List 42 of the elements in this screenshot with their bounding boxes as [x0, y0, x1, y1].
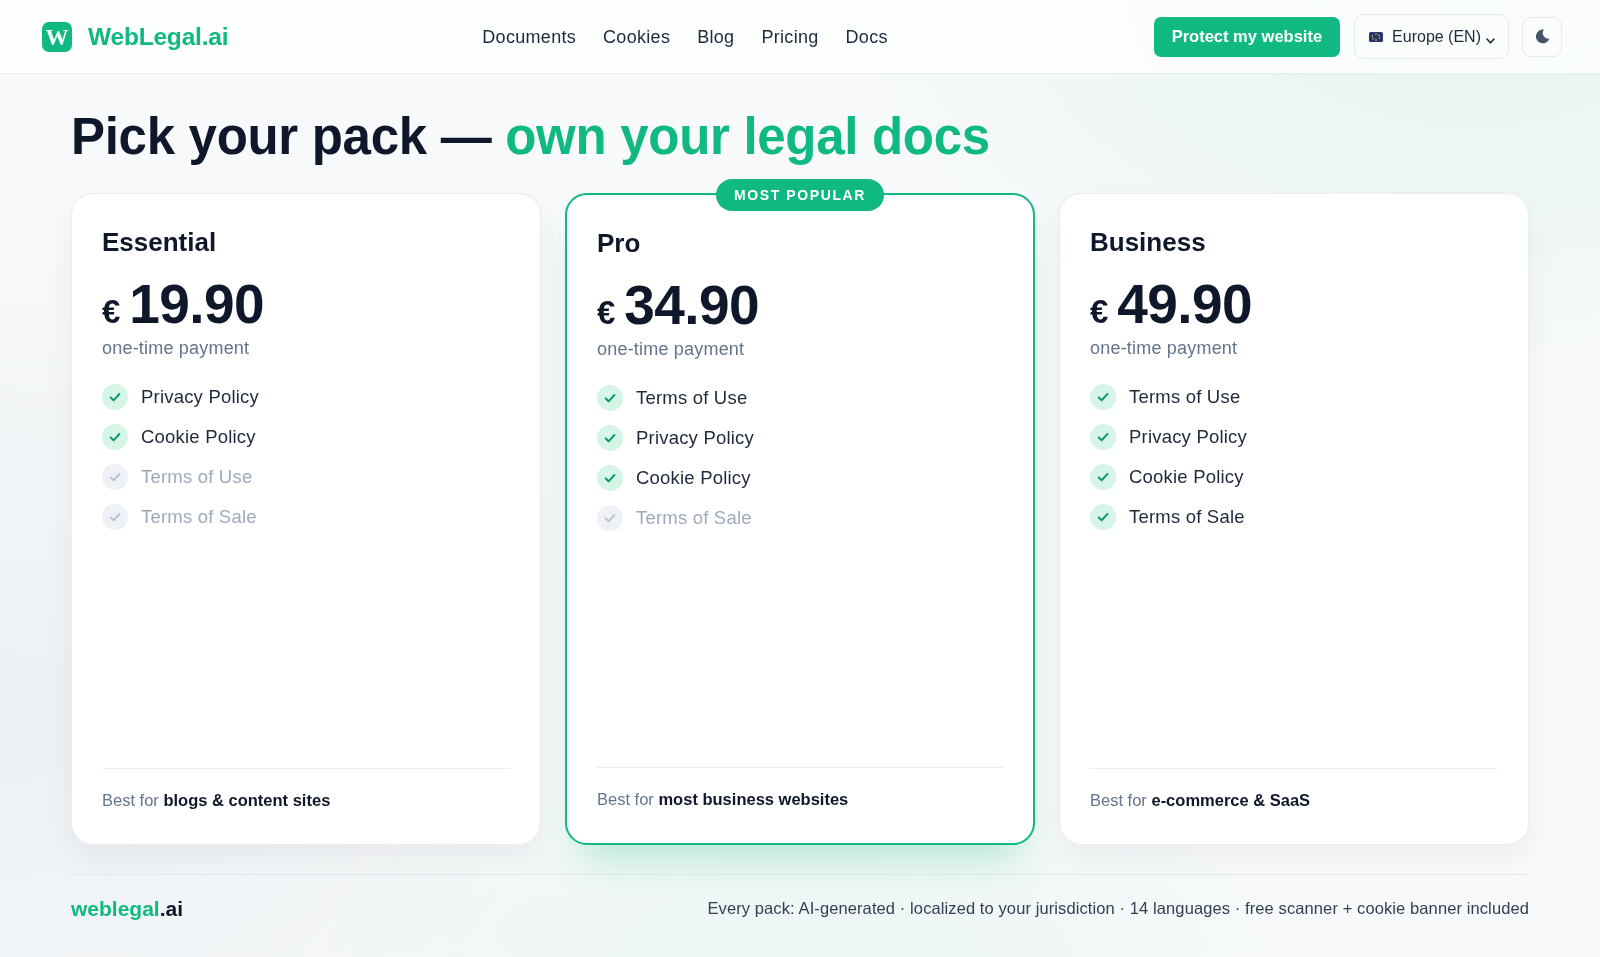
currency-symbol: € — [1090, 294, 1109, 328]
price-amount: 49.90 — [1117, 276, 1252, 332]
feature-label: Privacy Policy — [1129, 424, 1247, 449]
feature-label: Privacy Policy — [636, 425, 754, 450]
footer-note: Every pack: AI-generated · localized to your jurisdiction · 14 languages · free scanner + cookie banner included — [707, 898, 1529, 920]
feature-label: Terms of Use — [1129, 384, 1241, 409]
feature-label: Terms of Sale — [1129, 504, 1245, 529]
currency-symbol: € — [597, 295, 616, 329]
price-amount: 19.90 — [129, 276, 264, 332]
caret-icon — [1486, 37, 1495, 44]
billing-note: one-time payment — [102, 336, 251, 360]
feature-label: Privacy Policy — [141, 384, 259, 409]
nav-link[interactable]: Documents — [482, 25, 577, 50]
moon-icon — [1534, 29, 1550, 44]
currency-symbol: € — [102, 294, 121, 328]
feature-label: Cookie Policy — [141, 424, 256, 449]
plan-name: Essential — [102, 226, 218, 259]
feature-label: Terms of Sale — [141, 504, 257, 529]
best-for-text: Best for e-commerce & SaaS — [1090, 790, 1312, 812]
best-for-text: Best for blogs & content sites — [102, 790, 332, 812]
feature-label: Cookie Policy — [1129, 464, 1244, 489]
feature-label: Cookie Policy — [636, 465, 751, 490]
feature-label: Terms of Sale — [636, 505, 752, 530]
plan-name: Business — [1090, 226, 1207, 259]
theme-toggle-button[interactable] — [1522, 16, 1562, 57]
feature-label: Terms of Use — [636, 385, 748, 410]
region-dropdown[interactable]: Europe (EN) — [1354, 14, 1509, 59]
nav-link[interactable]: Docs — [845, 25, 888, 50]
page-heading: Pick your pack — own your legal docs — [71, 109, 991, 166]
footer-logo: weblegal.ai — [71, 896, 184, 922]
price-amount: 34.90 — [624, 277, 759, 333]
logo-mark: W — [42, 21, 72, 52]
nav-link[interactable]: Pricing — [761, 25, 819, 50]
plan-name: Pro — [597, 227, 642, 260]
feature-label: Terms of Use — [141, 464, 253, 489]
best-for-text: Best for most business websites — [597, 789, 850, 811]
billing-note: one-time payment — [1090, 336, 1239, 360]
popular-badge: MOST POPULAR — [716, 179, 884, 212]
nav-link[interactable]: Cookies — [603, 25, 671, 50]
flag-icon — [1369, 31, 1384, 42]
nav-link[interactable]: Blog — [697, 25, 735, 50]
billing-note: one-time payment — [597, 337, 746, 361]
